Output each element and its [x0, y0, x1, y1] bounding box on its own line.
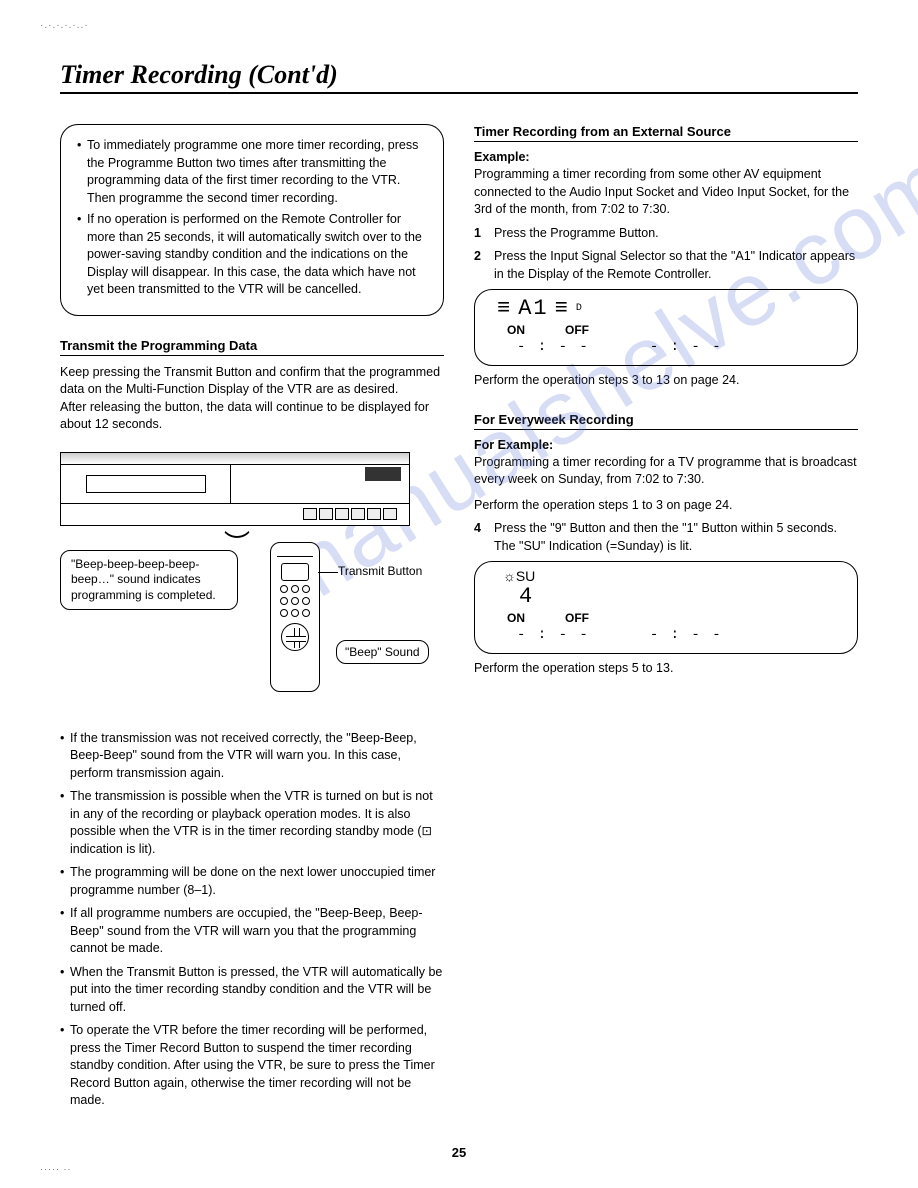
lcd-indicator: ≡	[555, 296, 570, 321]
notes-list: If the transmission was not received cor…	[60, 730, 444, 1110]
lcd-time: - : - -	[517, 339, 590, 355]
lcd-time: - : - -	[650, 339, 723, 355]
right-column: Timer Recording from an External Source …	[474, 124, 858, 1116]
scan-artifact: ·.·.·.·.·..·	[40, 20, 89, 31]
lcd-on-label: ON	[507, 611, 525, 625]
page-number: 25	[452, 1145, 466, 1160]
content-columns: To immediately programme one more timer …	[60, 124, 858, 1116]
transmit-heading: Transmit the Programming Data	[60, 338, 444, 356]
notice-item: If no operation is performed on the Remo…	[77, 211, 427, 299]
lcd-time: - : - -	[517, 627, 590, 643]
perform-steps-text: Perform the operation steps 3 to 13 on p…	[474, 372, 858, 390]
step-list-2: 4 Press the "9" Button and then the "1" …	[474, 520, 858, 555]
vcr-illustration: ︶ "Beep-beep-beep-beep-beep…" sound indi…	[60, 452, 444, 712]
step-1: 1 Press the Programme Button.	[474, 225, 858, 243]
note-item: The transmission is possible when the VT…	[60, 788, 444, 858]
step-text: Press the "9" Button and then the "1" Bu…	[494, 520, 858, 555]
lcd-indicator: ≡	[497, 296, 512, 321]
sunday-indicator: ☼SU	[503, 568, 843, 584]
note-item: When the Transmit Button is pressed, the…	[60, 964, 444, 1017]
everyweek-text: Programming a timer recording for a TV p…	[474, 454, 858, 489]
notice-box: To immediately programme one more timer …	[60, 124, 444, 316]
note-item: If the transmission was not received cor…	[60, 730, 444, 783]
lcd-value: 4	[519, 584, 534, 609]
step-number: 1	[474, 225, 488, 243]
scan-artifact: ····· ··	[40, 1164, 71, 1174]
lcd-d-indicator: D	[576, 303, 584, 314]
note-item: To operate the VTR before the timer reco…	[60, 1022, 444, 1110]
example-label: Example:	[474, 150, 858, 164]
external-source-heading: Timer Recording from an External Source	[474, 124, 858, 142]
step-number: 2	[474, 248, 488, 283]
beep-sound-bubble: "Beep" Sound	[336, 640, 429, 664]
step-4: 4 Press the "9" Button and then the "1" …	[474, 520, 858, 555]
lcd-on-label: ON	[507, 323, 525, 337]
page-title: Timer Recording (Cont'd)	[60, 60, 858, 94]
for-example-label: For Example:	[474, 438, 858, 452]
vcr-unit-drawing	[60, 452, 410, 526]
note-item: The programming will be done on the next…	[60, 864, 444, 899]
notice-item: To immediately programme one more timer …	[77, 137, 427, 207]
step-2: 2 Press the Input Signal Selector so tha…	[474, 248, 858, 283]
lcd-display-su: ☼SU 4 ON OFF - : - - - : - -	[474, 561, 858, 654]
leader-line	[318, 572, 338, 573]
lcd-off-label: OFF	[565, 611, 589, 625]
perform-steps-text: Perform the operation steps 1 to 3 on pa…	[474, 497, 858, 515]
remote-drawing	[270, 542, 320, 692]
transmit-paragraph: Keep pressing the Transmit Button and co…	[60, 364, 444, 399]
everyweek-heading: For Everyweek Recording	[474, 412, 858, 430]
lcd-off-label: OFF	[565, 323, 589, 337]
step-list: 1 Press the Programme Button. 2 Press th…	[474, 225, 858, 284]
note-item: If all programme numbers are occupied, t…	[60, 905, 444, 958]
step-text: Press the Input Signal Selector so that …	[494, 248, 858, 283]
left-column: To immediately programme one more timer …	[60, 124, 444, 1116]
lcd-time: - : - -	[650, 627, 723, 643]
lcd-value: A1	[518, 296, 548, 321]
perform-steps-text: Perform the operation steps 5 to 13.	[474, 660, 858, 678]
step-number: 4	[474, 520, 488, 555]
example-text: Programming a timer recording from some …	[474, 166, 858, 219]
transmit-button-label: Transmit Button	[338, 564, 422, 578]
beep-callout: "Beep-beep-beep-beep-beep…" sound indica…	[60, 550, 238, 611]
step-text: Press the Programme Button.	[494, 225, 659, 243]
lcd-display-a1: ≡ A1 ≡ D ON OFF - : - - - : - -	[474, 289, 858, 366]
transmit-paragraph: After releasing the button, the data wil…	[60, 399, 444, 434]
